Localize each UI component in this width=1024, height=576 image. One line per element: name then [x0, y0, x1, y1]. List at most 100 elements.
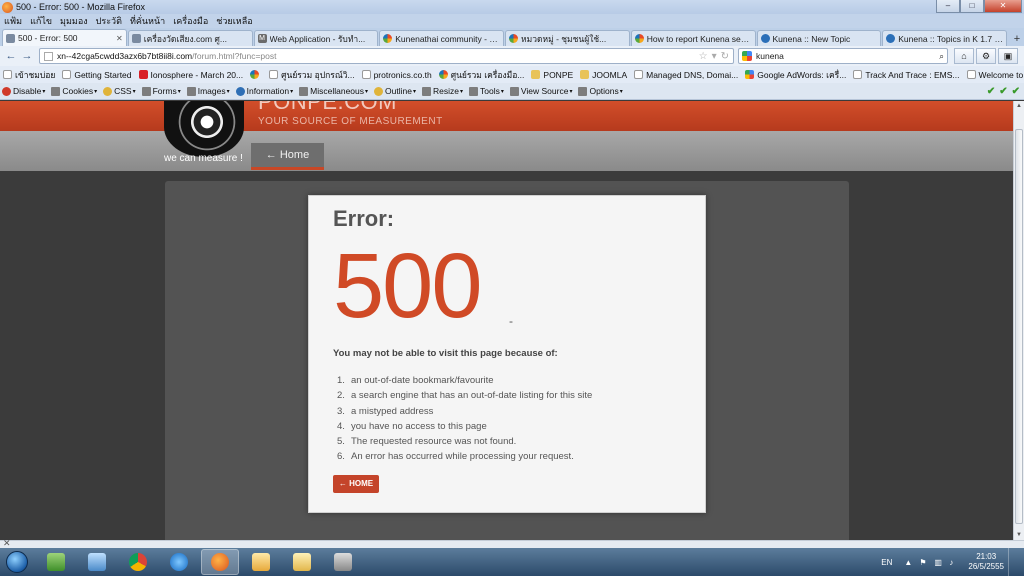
forms-icon [141, 86, 151, 96]
tab-error-500[interactable]: 500 - Error: 500 ✕ [2, 29, 127, 46]
url-bar[interactable]: xn--42cga5cwdd3azx6b7bt8ii8i.com /forum.… [39, 48, 734, 64]
joomla-icon [383, 34, 393, 43]
volume-icon[interactable]: ♪ [949, 558, 958, 567]
window-icon[interactable]: ▣ [998, 48, 1018, 64]
flag-icon[interactable]: ⚑ [919, 558, 928, 567]
bookmark-equipment-center[interactable]: ศูนย์รวม อุปกรณ์วิ... [269, 68, 355, 82]
dev-resize[interactable]: Resize ▾ [422, 86, 463, 96]
dev-miscellaneous[interactable]: Miscellaneous ▾ [299, 86, 368, 96]
new-tab-button[interactable]: + [1010, 32, 1024, 46]
tab-kunena-new-topic[interactable]: Kunena :: New Topic [756, 30, 882, 46]
bookmark-protronics[interactable]: protronics.co.th [361, 70, 432, 80]
show-desktop-button[interactable] [1008, 548, 1018, 576]
tab-kunenathai[interactable]: Kunenathai community - K... [379, 30, 504, 46]
menu-history[interactable]: ประวัติ [96, 14, 122, 28]
dev-label: Resize [433, 86, 459, 96]
maximize-button[interactable]: □ [960, 0, 984, 13]
tab-close-icon[interactable]: ✕ [116, 34, 123, 43]
nav-home-link[interactable]: ← Home [251, 143, 324, 170]
start-button[interactable] [0, 548, 34, 576]
clock[interactable]: 21:03 26/5/2555 [968, 552, 1004, 572]
forward-button[interactable]: → [19, 48, 35, 64]
bookmark-ionosphere[interactable]: Ionosphere - March 20... [138, 70, 243, 80]
bookmark-label: Managed DNS, Domai... [646, 69, 739, 80]
dropdown-icon[interactable]: ▾ [712, 51, 717, 62]
dev-view-source[interactable]: View Source ▾ [509, 86, 572, 96]
dev-disable[interactable]: Disable ▾ [2, 86, 45, 96]
menu-edit[interactable]: แก้ไข [30, 14, 52, 28]
bookmark-joomla-icon-only[interactable] [250, 70, 262, 79]
network-icon[interactable]: ▥ [934, 558, 943, 567]
cookie-icon [51, 86, 61, 96]
close-button[interactable]: ✕ [984, 0, 1022, 13]
bookmark-label: Google AdWords: เครื่... [757, 69, 847, 80]
tools-icon[interactable]: ⚙ [976, 48, 996, 64]
scroll-down-icon[interactable]: ▼ [1014, 530, 1024, 540]
dev-images[interactable]: Images ▾ [186, 86, 230, 96]
bookmark-google-adwords[interactable]: Google AdWords: เครื่... [745, 68, 846, 82]
bookmark-star-icon[interactable]: ☆ [699, 51, 708, 62]
search-bar[interactable]: kunena ⌕ [738, 48, 948, 64]
dev-forms[interactable]: Forms ▾ [141, 86, 181, 96]
bookmark-ktb[interactable]: Welcome to KTB Corp... [966, 70, 1024, 80]
bookmark-tools-center[interactable]: ศูนย์รวม เครื่องมือ... [438, 68, 524, 82]
scrollbar-thumb[interactable] [1015, 129, 1023, 524]
minimize-button[interactable]: – [936, 0, 960, 13]
menu-help[interactable]: ช่วยเหลือ [216, 14, 252, 28]
check-icon: ✔ [986, 86, 996, 97]
menu-view[interactable]: มุมมอง [60, 14, 88, 28]
network-icon [88, 553, 106, 571]
logo-caption: we can measure ! [164, 153, 243, 164]
home-button[interactable]: ← HOME [333, 475, 379, 493]
site-header: PONPE.COM YOUR SOURCE OF MEASUREMENT [0, 101, 1013, 131]
pp-icon [138, 70, 148, 79]
dev-information[interactable]: Information ▾ [235, 86, 293, 96]
tab-how-to-report[interactable]: How to report Kunena setti... [630, 30, 756, 46]
dev-label: Forms [152, 86, 177, 96]
bookmark-most-visited[interactable]: เข้าชมบ่อย [3, 68, 55, 82]
tab-label: Kunena :: Topics in K 1.7 Su... [898, 33, 1003, 44]
task-app[interactable] [324, 549, 362, 575]
menu-tools[interactable]: เครื่องมือ [173, 14, 208, 28]
task-explorer[interactable] [283, 549, 321, 575]
bookmark-managed-dns[interactable]: Managed DNS, Domai... [634, 70, 738, 80]
bookmark-getting-started[interactable]: Getting Started [62, 70, 132, 80]
dev-tools[interactable]: Tools ▾ [469, 86, 504, 96]
scroll-up-icon[interactable]: ▲ [1014, 101, 1024, 111]
reload-icon[interactable]: ↻ [721, 51, 729, 62]
bookmark-label: ศูนย์รวม อุปกรณ์วิ... [281, 69, 355, 80]
bookmark-track-trace[interactable]: Track And Trace : EMS... [853, 70, 960, 80]
search-icon[interactable]: ⌕ [939, 51, 944, 62]
back-button[interactable]: ← [3, 48, 19, 64]
tools-icon [469, 86, 478, 96]
tab-measure-site[interactable]: เครื่องวัดเสียง.com ศู... [127, 30, 253, 46]
home-icon[interactable]: ⌂ [954, 48, 974, 64]
tab-web-application[interactable]: M Web Application - รับทำ... [253, 30, 379, 46]
bookmark-folder-joomla[interactable]: JOOMLA [580, 70, 627, 80]
task-notepad[interactable] [37, 549, 75, 575]
page-icon [44, 51, 53, 61]
dev-outline[interactable]: Outline ▾ [374, 86, 416, 96]
dev-cookies[interactable]: Cookies ▾ [51, 86, 97, 96]
window-title: 500 - Error: 500 - Mozilla Firefox [16, 2, 146, 12]
dev-options[interactable]: Options ▾ [578, 86, 623, 96]
search-input[interactable]: kunena [756, 51, 939, 61]
windows-orb-icon [6, 551, 28, 573]
tab-kunena-topics[interactable]: Kunena :: Topics in K 1.7 Su... [882, 30, 1007, 46]
menu-bookmarks[interactable]: ที่คั่นหน้า [130, 14, 165, 28]
task-chrome[interactable] [119, 549, 157, 575]
tab-label: Web Application - รับทำ... [269, 33, 366, 44]
reason-text: The requested resource was not found. [351, 436, 517, 448]
task-firefox[interactable] [201, 549, 239, 575]
menu-file[interactable]: แฟ้ม [4, 14, 22, 28]
dev-css[interactable]: CSS ▾ [103, 86, 136, 96]
page-icon [634, 70, 644, 79]
bookmark-folder-ponpe[interactable]: PONPE [531, 70, 573, 80]
task-outlook[interactable] [242, 549, 280, 575]
task-ie[interactable] [160, 549, 198, 575]
tab-category[interactable]: หมวดหมู่ - ชุมชนผู้ใช้... [505, 30, 630, 46]
language-indicator[interactable]: EN [881, 558, 892, 567]
task-network[interactable] [78, 549, 116, 575]
tray-arrow-icon[interactable]: ▲ [904, 558, 913, 567]
vertical-scrollbar[interactable]: ▲ ▼ [1013, 101, 1024, 540]
